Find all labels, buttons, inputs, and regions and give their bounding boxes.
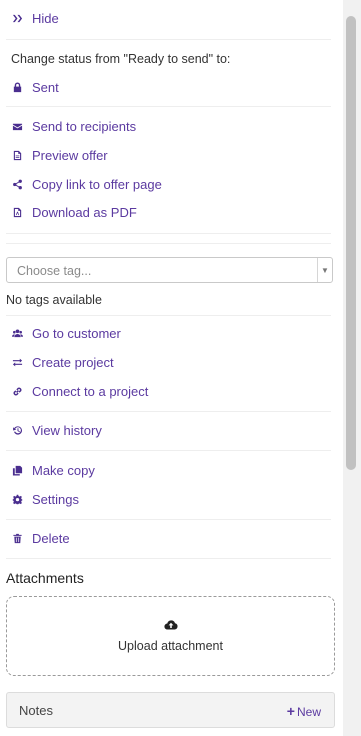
upload-attachment-dropzone[interactable]: Upload attachment (6, 596, 335, 676)
users-icon (11, 327, 23, 339)
connect-project-button[interactable]: Connect to a project (11, 382, 148, 400)
make-copy-button[interactable]: Make copy (11, 461, 95, 479)
status-option-label: Sent (32, 79, 59, 95)
action-label: View history (32, 422, 102, 438)
divider (6, 39, 331, 40)
no-tags-text: No tags available (6, 293, 102, 307)
tag-select[interactable]: Choose tag... ▼ (6, 257, 333, 283)
divider (6, 519, 331, 520)
divider (6, 450, 331, 451)
delete-button[interactable]: Delete (11, 529, 70, 547)
preview-offer-button[interactable]: Preview offer (11, 146, 108, 164)
divider (6, 243, 331, 244)
share-icon (11, 178, 23, 190)
divider (6, 315, 331, 316)
action-label: Preview offer (32, 147, 108, 163)
send-to-recipients-button[interactable]: Send to recipients (11, 117, 136, 135)
double-chevron-right-icon (11, 12, 23, 24)
notes-label: Notes (19, 703, 53, 718)
divider (6, 233, 331, 234)
document-icon (11, 149, 23, 161)
scrollbar-thumb[interactable] (346, 16, 356, 470)
action-label: Connect to a project (32, 383, 149, 399)
actions-panel: Hide Change status from "Ready to send" … (0, 0, 343, 736)
gear-icon (11, 493, 23, 505)
divider (6, 558, 331, 559)
upload-attachment-label: Upload attachment (118, 639, 223, 653)
status-option-sent[interactable]: Sent (11, 78, 59, 96)
envelope-icon (11, 120, 23, 132)
attachments-heading: Attachments (6, 570, 84, 586)
action-label: Create project (32, 354, 114, 370)
trash-icon (11, 532, 23, 544)
chevron-down-icon[interactable]: ▼ (317, 258, 332, 282)
action-label: Go to customer (32, 325, 121, 341)
pdf-icon (11, 206, 23, 218)
action-label: Make copy (32, 462, 95, 478)
hide-label: Hide (32, 10, 59, 26)
lock-icon (11, 81, 23, 93)
divider (6, 411, 331, 412)
action-label: Delete (32, 530, 70, 546)
hide-button[interactable]: Hide (11, 9, 59, 27)
new-note-button[interactable]: + New (287, 703, 321, 719)
plus-icon: + (286, 703, 295, 719)
exchange-icon (11, 356, 23, 368)
status-change-text: Change status from "Ready to send" to: (11, 52, 231, 66)
settings-button[interactable]: Settings (11, 490, 79, 508)
action-label: Download as PDF (32, 204, 137, 220)
divider (6, 106, 331, 107)
tag-select-placeholder: Choose tag... (17, 264, 92, 278)
link-icon (11, 385, 23, 397)
copy-link-button[interactable]: Copy link to offer page (11, 175, 162, 193)
cloud-upload-icon (164, 620, 178, 630)
notes-header: Notes + New (6, 692, 335, 728)
history-icon (11, 424, 23, 436)
create-project-button[interactable]: Create project (11, 353, 114, 371)
view-history-button[interactable]: View history (11, 421, 102, 439)
action-label: Send to recipients (32, 118, 137, 134)
new-note-label: New (296, 705, 321, 719)
download-pdf-button[interactable]: Download as PDF (11, 203, 137, 221)
go-to-customer-button[interactable]: Go to customer (11, 324, 121, 342)
action-label: Copy link to offer page (32, 176, 162, 192)
copy-icon (11, 464, 23, 476)
action-label: Settings (32, 491, 79, 507)
